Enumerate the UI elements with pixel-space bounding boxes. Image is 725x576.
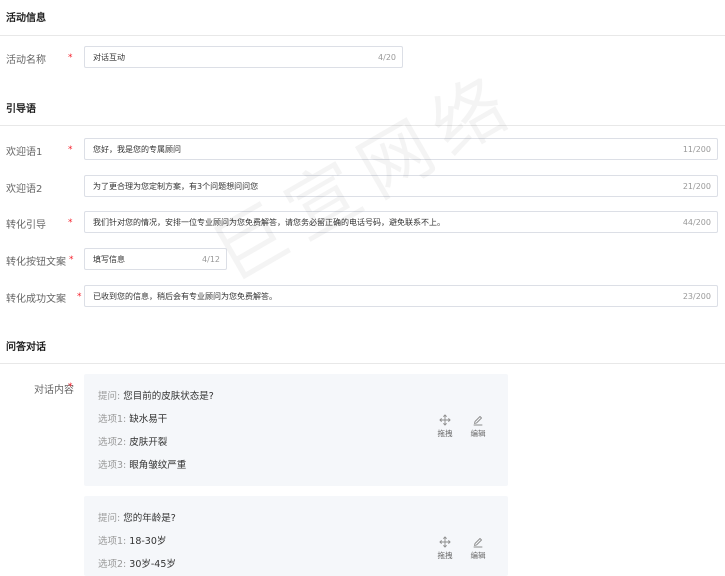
- drag-button[interactable]: 拖拽: [433, 536, 457, 561]
- welcome2-value: 为了更合理为您定制方案，有3个问题想问问您: [93, 181, 259, 191]
- welcome1-value: 您好，我是您的专属顾问: [93, 144, 181, 154]
- welcome1-input[interactable]: 您好，我是您的专属顾问 11/200: [84, 138, 718, 160]
- option-prefix: 选项1:: [98, 414, 127, 425]
- option-text: 18-30岁: [129, 536, 167, 547]
- conversion-guide-count: 44/200: [682, 217, 711, 227]
- drag-button[interactable]: 拖拽: [433, 414, 457, 439]
- conversion-button-text-count: 4/12: [202, 254, 220, 264]
- question-text: 您的年龄是?: [123, 513, 176, 524]
- welcome2-count: 21/200: [682, 181, 711, 191]
- activity-name-value: 对话互动: [93, 52, 125, 62]
- option-prefix: 选项3:: [98, 460, 127, 471]
- qa-question: 提问: 您的年龄是?: [98, 510, 176, 524]
- welcome2-label: 欢迎语2: [6, 184, 43, 195]
- conversion-success-value: 已收到您的信息，稍后会有专业顾问为您免费解答。: [93, 291, 277, 301]
- activity-name-input[interactable]: 对话互动 4/20: [84, 46, 403, 68]
- required-mark: *: [68, 218, 73, 228]
- conversion-success-count: 23/200: [682, 291, 711, 301]
- conversion-button-text-value: 填写信息: [93, 254, 125, 264]
- qa-option: 选项1: 缺水易干: [98, 411, 167, 425]
- section-title-guide: 引导语: [6, 104, 36, 115]
- qa-option: 选项2: 30岁-45岁: [98, 556, 176, 570]
- qa-question: 提问: 您目前的皮肤状态是?: [98, 388, 214, 402]
- option-text: 眼角皱纹严重: [129, 460, 187, 471]
- welcome2-input[interactable]: 为了更合理为您定制方案，有3个问题想问问您 21/200: [84, 175, 718, 197]
- qa-card: 提问: 您目前的皮肤状态是? 选项1: 缺水易干 选项2: 皮肤开裂 选项3: …: [84, 374, 508, 486]
- pencil-icon: [473, 538, 483, 548]
- activity-name-count: 4/20: [378, 52, 396, 62]
- section-title-qa: 问答对话: [6, 342, 46, 353]
- drag-label: 拖拽: [437, 429, 453, 438]
- qa-option: 选项1: 18-30岁: [98, 533, 166, 547]
- drag-label: 拖拽: [437, 551, 453, 560]
- required-mark: *: [68, 145, 73, 155]
- qa-option: 选项2: 皮肤开裂: [98, 434, 167, 448]
- edit-label: 编辑: [470, 429, 486, 438]
- required-mark: *: [77, 292, 82, 302]
- question-prefix: 提问:: [98, 513, 121, 524]
- form-page: 活动信息 活动名称 * 对话互动 4/20 引导语 欢迎语1 * 您好，我是您的…: [0, 0, 725, 576]
- watermark: 巨宣网络: [190, 42, 533, 301]
- conversion-button-text-input[interactable]: 填写信息 4/12: [84, 248, 227, 270]
- qa-option: 选项3: 眼角皱纹严重: [98, 457, 186, 471]
- option-prefix: 选项2:: [98, 437, 127, 448]
- conversion-guide-input[interactable]: 我们针对您的情况，安排一位专业顾问为您免费解答，请您务必留正确的电话号码，避免联…: [84, 211, 718, 233]
- required-mark: *: [68, 382, 73, 392]
- section-divider: [0, 125, 725, 126]
- required-mark: *: [68, 53, 73, 63]
- edit-button[interactable]: 编辑: [466, 536, 490, 561]
- edit-button[interactable]: 编辑: [466, 414, 490, 439]
- edit-label: 编辑: [470, 551, 486, 560]
- conversion-success-label: 转化成功文案: [6, 294, 66, 305]
- qa-card: 提问: 您的年龄是? 选项1: 18-30岁 选项2: 30岁-45岁 拖拽 编…: [84, 496, 508, 576]
- option-text: 缺水易干: [129, 414, 168, 425]
- section-title-activity-info: 活动信息: [6, 13, 46, 24]
- conversion-success-input[interactable]: 已收到您的信息，稍后会有专业顾问为您免费解答。 23/200: [84, 285, 718, 307]
- conversion-guide-value: 我们针对您的情况，安排一位专业顾问为您免费解答，请您务必留正确的电话号码，避免联…: [93, 217, 445, 227]
- conversion-guide-label: 转化引导: [6, 220, 46, 231]
- move-icon: [439, 414, 451, 426]
- required-mark: *: [69, 255, 74, 265]
- welcome1-label: 欢迎语1: [6, 147, 43, 158]
- question-text: 您目前的皮肤状态是?: [123, 391, 214, 402]
- conversion-button-text-label: 转化按钮文案: [6, 257, 66, 268]
- question-prefix: 提问:: [98, 391, 121, 402]
- welcome1-count: 11/200: [682, 144, 711, 154]
- activity-name-label: 活动名称: [6, 55, 46, 66]
- option-prefix: 选项2:: [98, 559, 127, 570]
- option-text: 皮肤开裂: [129, 437, 168, 448]
- move-icon: [439, 536, 451, 548]
- section-divider: [0, 35, 725, 36]
- option-prefix: 选项1:: [98, 536, 127, 547]
- pencil-icon: [473, 416, 483, 426]
- section-divider: [0, 363, 725, 364]
- option-text: 30岁-45岁: [129, 559, 176, 570]
